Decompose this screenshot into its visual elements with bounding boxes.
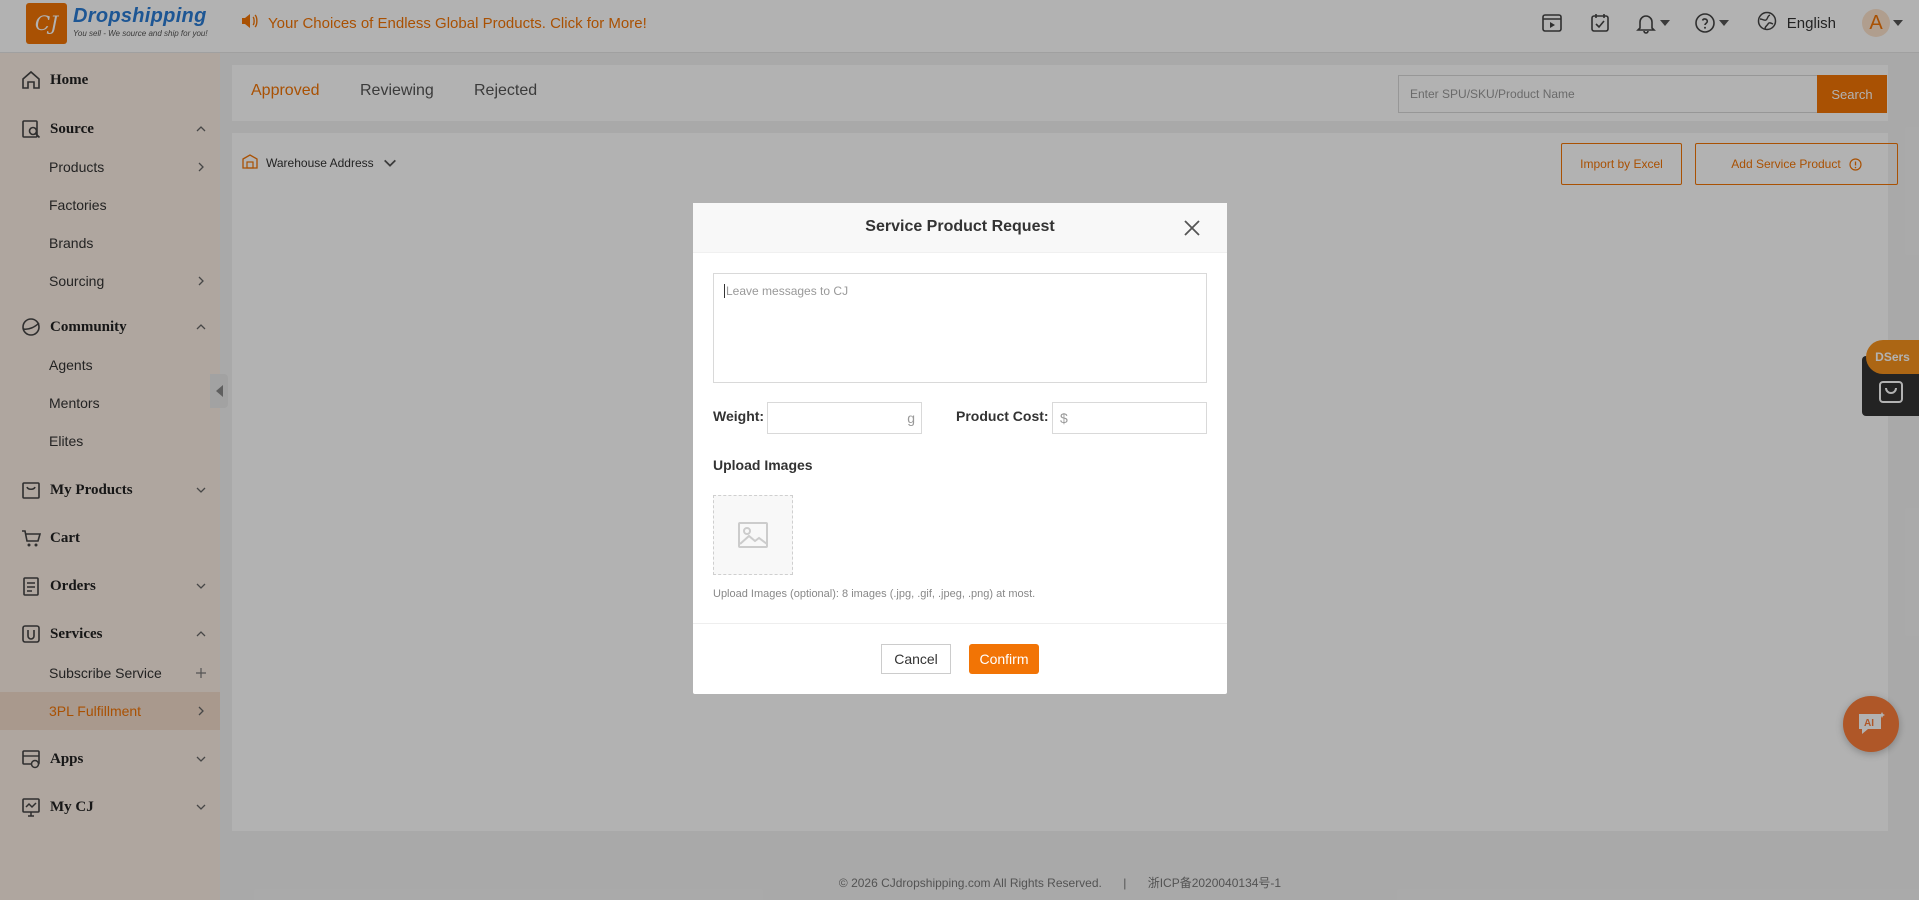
weight-unit: g (907, 410, 915, 426)
upload-image-dropzone[interactable] (713, 495, 793, 575)
message-placeholder: Leave messages to CJ (724, 284, 849, 298)
product-cost-label: Product Cost: (956, 408, 1049, 424)
upload-images-label: Upload Images (713, 457, 813, 473)
weight-input[interactable]: g (767, 402, 922, 434)
image-placeholder-icon (738, 522, 768, 548)
upload-hint: Upload Images (optional): 8 images (.jpg… (713, 588, 1036, 600)
weight-label: Weight: (713, 408, 765, 424)
dialog-header: Service Product Request (693, 203, 1227, 253)
product-cost-input[interactable]: $ (1052, 402, 1207, 434)
service-product-request-dialog: Service Product Request Leave messages t… (693, 203, 1227, 694)
message-textarea[interactable]: Leave messages to CJ (713, 273, 1207, 383)
confirm-button[interactable]: Confirm (969, 644, 1039, 674)
cancel-button[interactable]: Cancel (881, 644, 951, 674)
currency-prefix: $ (1060, 410, 1068, 426)
close-icon[interactable] (1181, 217, 1203, 239)
dialog-title: Service Product Request (865, 218, 1055, 235)
dialog-footer (693, 623, 1227, 694)
